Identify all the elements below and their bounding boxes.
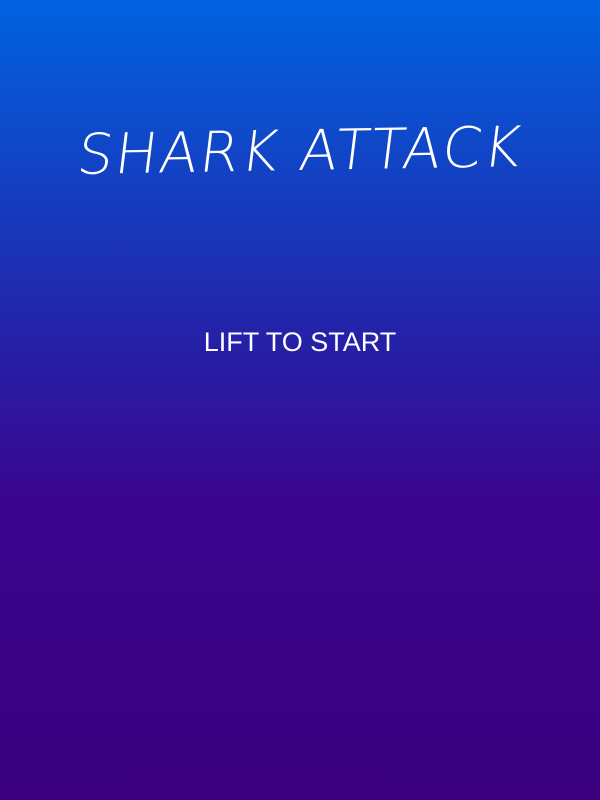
game-title: SHARK ATTACK bbox=[73, 115, 527, 188]
title-screen[interactable]: SHARK ATTACK LIFT TO START bbox=[0, 0, 600, 800]
start-prompt[interactable]: LIFT TO START bbox=[0, 322, 600, 362]
